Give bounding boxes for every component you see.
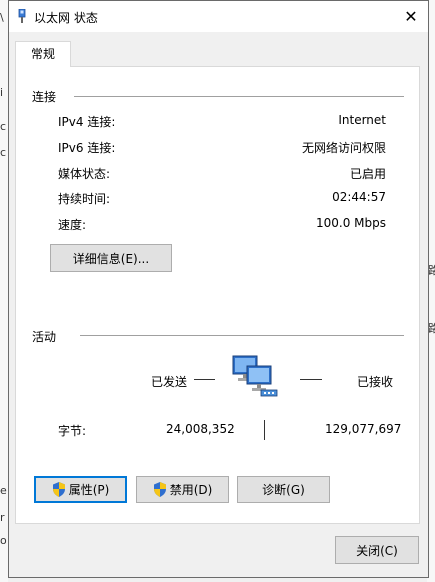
close-button[interactable]: 关闭(C) bbox=[335, 536, 419, 564]
properties-button-label: 属性(P) bbox=[68, 483, 110, 497]
tab-general[interactable]: 常规 bbox=[15, 41, 71, 67]
background-text-fragment: 路 bbox=[428, 264, 435, 277]
ipv6-connectivity-value: 无网络访问权限 bbox=[301, 141, 386, 155]
sent-line bbox=[194, 379, 215, 380]
bytes-label: 字节: bbox=[58, 424, 87, 438]
background-text-fragment: o bbox=[0, 534, 7, 547]
ipv4-connectivity-value: Internet bbox=[338, 113, 386, 127]
background-text-fragment: 路 bbox=[428, 322, 435, 335]
close-icon: ✕ bbox=[404, 7, 418, 26]
duration-value: 02:44:57 bbox=[332, 190, 386, 204]
section-divider bbox=[74, 96, 404, 97]
disable-button[interactable]: 禁用(D) bbox=[136, 476, 229, 503]
network-computers-icon bbox=[232, 355, 278, 397]
uac-shield-icon bbox=[52, 482, 65, 497]
window-title: 以太网 状态 bbox=[34, 11, 98, 25]
ipv4-connectivity-label: IPv4 连接: bbox=[58, 115, 116, 129]
close-window-button[interactable]: ✕ bbox=[394, 1, 428, 32]
background-text-fragment: c bbox=[0, 120, 7, 133]
background-text-fragment: \ bbox=[0, 11, 4, 24]
speed-value: 100.0 Mbps bbox=[315, 216, 386, 230]
tab-label: 常规 bbox=[30, 47, 55, 61]
background-window-left-edge: \ i c c e r o bbox=[0, 0, 8, 582]
activity-section-heading: 活动 bbox=[32, 330, 57, 344]
duration-label: 持续时间: bbox=[58, 192, 111, 206]
media-state-value: 已启用 bbox=[349, 167, 386, 181]
general-tab-panel: 连接 IPv4 连接: Internet IPv6 连接: 无网络访问权限 媒体… bbox=[15, 66, 420, 524]
disable-button-label: 禁用(D) bbox=[169, 483, 213, 497]
section-divider bbox=[80, 335, 404, 336]
diagnose-button[interactable]: 诊断(G) bbox=[237, 476, 330, 503]
network-cable-icon bbox=[18, 9, 26, 23]
bytes-received-value: 129,077,697 bbox=[325, 422, 402, 436]
received-line bbox=[300, 379, 322, 380]
background-text-fragment: c bbox=[0, 146, 7, 159]
speed-label: 速度: bbox=[58, 218, 87, 232]
ipv6-connectivity-label: IPv6 连接: bbox=[58, 141, 116, 155]
diagnose-button-label: 诊断(G) bbox=[262, 483, 305, 497]
close-button-label: 关闭(C) bbox=[356, 543, 398, 558]
uac-shield-icon bbox=[153, 482, 166, 497]
bytes-sent-value: 24,008,352 bbox=[166, 422, 235, 436]
received-label: 已接收 bbox=[357, 375, 394, 389]
background-text-fragment: e bbox=[0, 484, 7, 497]
ethernet-status-dialog: 以太网 状态 ✕ 常规 连接 IPv4 连接: Internet IPv6 连接… bbox=[8, 0, 429, 578]
properties-button[interactable]: 属性(P) bbox=[34, 476, 127, 503]
title-bar: 以太网 状态 ✕ bbox=[9, 1, 428, 32]
details-button-label: 详细信息(E)... bbox=[72, 251, 150, 266]
background-text-fragment: r bbox=[0, 511, 5, 524]
details-button[interactable]: 详细信息(E)... bbox=[50, 244, 172, 272]
media-state-label: 媒体状态: bbox=[58, 167, 111, 181]
connection-section-heading: 连接 bbox=[32, 90, 57, 104]
sent-label: 已发送 bbox=[151, 375, 188, 389]
background-text-fragment: i bbox=[0, 86, 4, 99]
bytes-divider bbox=[264, 420, 265, 440]
